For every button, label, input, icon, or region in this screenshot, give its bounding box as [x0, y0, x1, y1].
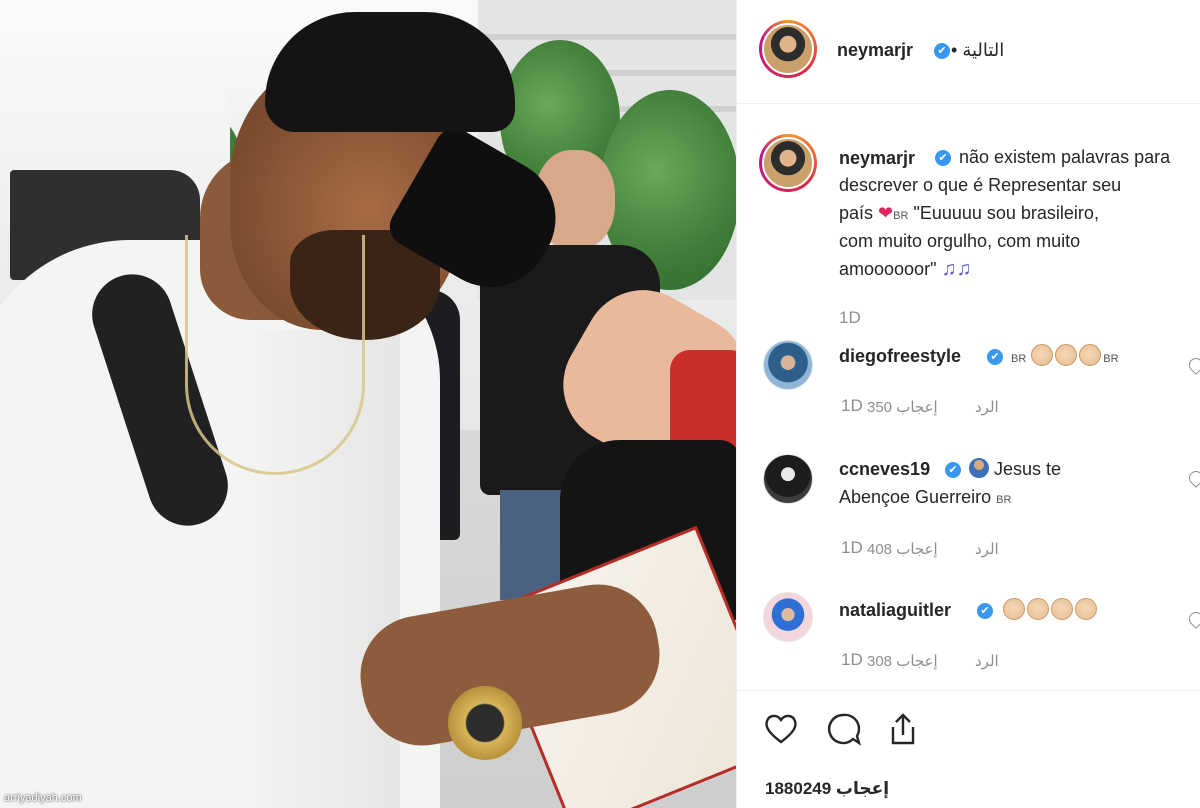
heart-icon[interactable] [761, 709, 801, 749]
comment-text: BR BR [1011, 342, 1119, 373]
comment-avatar[interactable] [763, 592, 813, 642]
clap-emoji-icon [1031, 344, 1054, 366]
heart-emoji-icon: ❤ [878, 203, 894, 223]
comment-like-icon[interactable] [1186, 355, 1200, 375]
verified-badge-icon: ✔ [934, 43, 950, 59]
clap-emoji-icon [1079, 344, 1102, 366]
share-icon[interactable] [883, 709, 923, 749]
verified-badge-icon: ✔ [987, 349, 1003, 365]
caption-time: 1D [839, 308, 861, 327]
photo-watch [448, 686, 522, 760]
caption-line-2: descrever o que é Representar seu [839, 175, 1122, 195]
follow-button[interactable]: • التالية [951, 40, 1004, 61]
comment-username[interactable]: diegofreestyle [839, 346, 961, 367]
post-side-panel: neymarjr ✔ • التالية neymarjr ✔ não exis… [736, 0, 1200, 808]
comment-likes[interactable]: 308 إعجاب [867, 652, 938, 670]
music-notes-icon: ♫♫ [941, 258, 972, 280]
clap-emoji-icon [1075, 598, 1097, 620]
clap-emoji-icon [1051, 598, 1073, 620]
likes-count[interactable]: 1880249 إعجاب [765, 779, 889, 799]
person-emoji-icon [969, 458, 989, 478]
caption-quote: "Euuuuu sou brasileiro, [913, 203, 1099, 223]
comment-likes[interactable]: 350 إعجاب [867, 398, 938, 416]
avatar[interactable] [759, 20, 817, 78]
post-photo: arriyadiyah.com [0, 0, 736, 808]
watermark: arriyadiyah.com [4, 792, 82, 804]
clap-emoji-icon [1027, 598, 1049, 620]
comment-like-icon[interactable] [1186, 609, 1200, 629]
comment-reply[interactable]: الرد [975, 398, 999, 416]
comment-text: Jesus te [969, 455, 1061, 483]
comment-text-line-2: Abençoe Guerreiro BR [839, 487, 1012, 507]
comment-avatar[interactable] [763, 454, 813, 504]
comment-avatar[interactable] [763, 340, 813, 390]
verified-badge-icon: ✔ [977, 603, 993, 619]
caption-line-4: com muito orgulho, com muito [839, 231, 1081, 251]
post-actions-bar: 1880249 إعجاب [737, 690, 1200, 808]
verified-badge-icon: ✔ [945, 462, 961, 478]
comment-like-icon[interactable] [1186, 468, 1200, 488]
comment-time: 1D [841, 538, 863, 557]
photo-cap [265, 12, 515, 132]
header-username[interactable]: neymarjr [837, 40, 913, 61]
flag-tag: BR [893, 210, 909, 222]
photo-necklace [185, 235, 365, 475]
comment-text [1003, 596, 1099, 624]
comment-icon[interactable] [823, 709, 863, 749]
clap-emoji-icon [1003, 598, 1025, 620]
verified-badge-icon: ✔ [935, 150, 951, 166]
comment-likes[interactable]: 408 إعجاب [867, 540, 938, 558]
caption-line-1: não existem palavras para [959, 147, 1171, 167]
comment-time: 1D [841, 650, 863, 669]
comment-time: 1D [841, 396, 863, 415]
caption-country: país [839, 203, 874, 223]
comment-reply[interactable]: الرد [975, 540, 999, 558]
comment-username[interactable]: nataliaguitler [839, 600, 951, 621]
post-header: neymarjr ✔ • التالية [737, 0, 1200, 104]
clap-emoji-icon [1055, 344, 1078, 366]
caption-line-3: país ❤BR "Euuuuu sou brasileiro, [839, 199, 1099, 230]
caption-line-5: amoooooor" ♫♫ [839, 255, 971, 283]
caption-username[interactable]: neymarjr [839, 148, 915, 169]
comment-username[interactable]: ccneves19 [839, 459, 930, 480]
instagram-post-view: arriyadiyah.com neymarjr ✔ • التالية ney… [0, 0, 1200, 808]
comment-reply[interactable]: الرد [975, 652, 999, 670]
caption-avatar[interactable] [759, 134, 817, 192]
